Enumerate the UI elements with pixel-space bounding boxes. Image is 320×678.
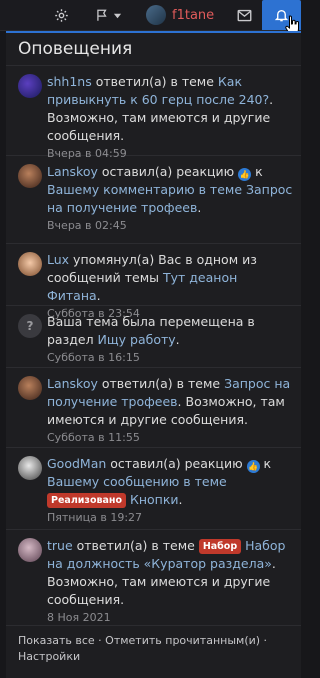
avatar	[18, 456, 42, 480]
notification-text: ответил(а) в теме	[97, 376, 225, 391]
user-link[interactable]: GoodMan	[47, 456, 106, 471]
like-reaction-icon: 👍	[246, 460, 260, 473]
separator: ·	[260, 634, 268, 647]
top-navigation-bar: f1tane	[0, 0, 301, 31]
like-reaction-icon: 👍	[238, 168, 252, 181]
gear-icon	[54, 8, 68, 22]
comment-link[interactable]: Вашему комментарию в теме	[47, 182, 246, 197]
user-link[interactable]: Lanskoy	[47, 164, 98, 179]
timestamp: 8 Ноя 2021	[47, 611, 111, 624]
thread-link[interactable]: Кнопки	[130, 492, 179, 507]
notification-text: оставил(а) реакцию	[97, 164, 239, 179]
post-link[interactable]: Вашему сообщению в теме	[47, 474, 227, 489]
avatar	[18, 252, 42, 276]
caret-down-icon	[113, 13, 121, 18]
user-link[interactable]: shh1ns	[47, 74, 92, 89]
panel-footer: Показать все · Отметить прочитанным(и) ·…	[6, 626, 301, 672]
notification-text: оставил(а) реакцию	[106, 456, 247, 471]
user-avatar	[146, 5, 166, 25]
avatar	[18, 74, 42, 98]
status-badge: Набор	[198, 539, 242, 554]
avatar	[18, 164, 42, 188]
envelope-icon	[237, 9, 251, 21]
notification-text: .	[197, 200, 202, 215]
separator: ·	[94, 634, 106, 647]
notification-text: ответил(а) в теме	[72, 538, 199, 553]
timestamp: Суббота в 16:15	[47, 351, 140, 364]
show-all-link[interactable]: Показать все	[18, 634, 95, 647]
notification-item[interactable]: ? Ваша тема была перемещена в раздел Ищу…	[6, 306, 301, 368]
question-icon: ?	[18, 314, 42, 338]
status-badge: Реализовано	[47, 493, 126, 508]
notifications-panel: Оповещения shh1ns ответил(а) в теме Как …	[6, 31, 301, 678]
settings-link[interactable]: Настройки	[18, 650, 80, 663]
notification-item[interactable]: GoodMan оставил(а) реакцию 👍 к Вашему со…	[6, 448, 301, 530]
notification-text: к	[263, 456, 272, 471]
notification-item[interactable]: shh1ns ответил(а) в теме Как привыкнуть …	[6, 66, 301, 160]
timestamp: Пятница в 19:27	[47, 511, 143, 524]
timestamp: Вчера в 04:59	[47, 147, 127, 160]
avatar	[18, 376, 42, 400]
user-link[interactable]: Lanskoy	[47, 376, 98, 391]
timestamp: Вчера в 02:45	[47, 219, 127, 232]
mark-read-link[interactable]: Отметить прочитанным(и)	[105, 634, 260, 647]
notification-text: .	[96, 288, 101, 303]
avatar	[18, 538, 42, 562]
notification-item[interactable]: Lanskoy оставил(а) реакцию 👍 к Вашему ко…	[6, 156, 301, 244]
notification-item[interactable]: Lanskoy ответил(а) в теме Запрос на полу…	[6, 368, 301, 448]
notification-item[interactable]: Lux упомянул(а) Вас в одном из сообщений…	[6, 244, 301, 320]
notification-text: к	[255, 164, 263, 179]
settings-gear-button[interactable]	[48, 0, 74, 30]
notification-text: ответил(а) в теме	[91, 74, 218, 89]
notification-text: .	[175, 332, 180, 347]
flag-icon	[96, 9, 107, 21]
flag-menu-button[interactable]	[88, 0, 128, 30]
notification-text: .	[178, 492, 183, 507]
username-label: f1tane	[172, 7, 215, 23]
panel-title: Оповещения	[6, 33, 301, 66]
user-link[interactable]: Lux	[47, 252, 69, 267]
forum-link[interactable]: Ищу работу	[98, 332, 176, 347]
user-account-button[interactable]: f1tane	[140, 0, 224, 30]
messages-button[interactable]	[228, 0, 260, 30]
notification-item[interactable]: true ответил(а) в теме Набор Набор на до…	[6, 530, 301, 626]
timestamp: Суббота в 11:55	[47, 431, 140, 444]
user-link[interactable]: true	[47, 538, 73, 553]
